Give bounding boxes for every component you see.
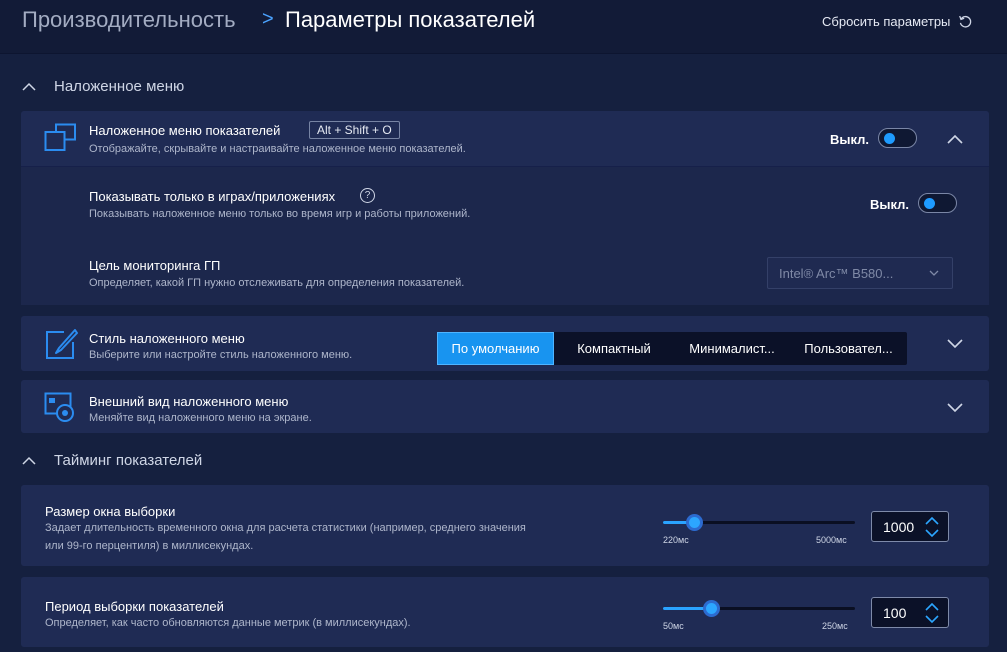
chevron-up-icon[interactable] <box>947 134 963 144</box>
style-segmented-control: По умолчанию Компактный Минималист... По… <box>437 332 907 365</box>
style-title: Стиль наложенного меню <box>89 331 245 346</box>
sample-window-slider[interactable] <box>663 514 855 531</box>
sample-period-value[interactable]: 100 <box>872 605 923 621</box>
slider-thumb[interactable] <box>703 600 720 617</box>
chevron-down-icon <box>929 270 939 276</box>
overlay-description: Отображайте, скрывайте и настраивайте на… <box>89 143 466 155</box>
breadcrumb-parent[interactable]: Производительность <box>22 7 236 33</box>
chevron-up-icon <box>22 82 36 91</box>
help-icon[interactable]: ? <box>360 188 375 203</box>
section-overlay-menu-header[interactable]: Наложенное меню <box>22 78 184 95</box>
gpu-target-selected: Intel® Arc™ B580... <box>779 265 894 281</box>
gpu-target-title: Цель мониторинга ГП <box>89 258 221 273</box>
style-option-compact[interactable]: Компактный <box>554 332 674 365</box>
sample-window-description-1: Задает длительность временного окна для … <box>45 522 526 534</box>
stepper-arrows-icon[interactable] <box>923 602 941 624</box>
sample-period-min-label: 50мс <box>663 621 684 631</box>
games-only-title: Показывать только в играх/приложениях <box>89 189 336 204</box>
chevron-down-icon[interactable] <box>947 403 963 413</box>
overlay-toggle-state: Выкл. <box>830 132 870 147</box>
sample-period-title: Период выборки показателей <box>45 599 224 614</box>
refresh-icon <box>959 15 972 28</box>
reset-settings-button[interactable]: Сбросить параметры <box>822 14 973 29</box>
section-overlay-menu-label: Наложенное меню <box>54 78 185 95</box>
toggle-knob <box>924 198 935 209</box>
games-only-description: Показывать наложенное меню только во вре… <box>89 208 471 220</box>
appearance-description: Меняйте вид наложенного меню на экране. <box>89 412 312 424</box>
sample-window-min-label: 220мс <box>663 535 689 545</box>
sample-period-max-label: 250мс <box>822 621 848 631</box>
toggle-knob <box>884 133 895 144</box>
section-metrics-timing-label: Тайминг показателей <box>54 452 203 469</box>
style-option-default[interactable]: По умолчанию <box>437 332 554 365</box>
sample-window-title: Размер окна выборки <box>45 504 176 519</box>
style-option-custom[interactable]: Пользовател... <box>790 332 907 365</box>
overlay-toggle[interactable] <box>878 128 917 148</box>
reset-settings-label: Сбросить параметры <box>822 14 951 29</box>
gpu-target-description: Определяет, какой ГП нужно отслеживать д… <box>89 277 465 289</box>
overlay-windows-icon <box>44 123 76 151</box>
style-description: Выберите или настройте стиль наложенного… <box>89 349 353 361</box>
sample-period-slider[interactable] <box>663 600 855 617</box>
sample-period-description: Определяет, как часто обновляются данные… <box>45 617 411 629</box>
appearance-icon <box>44 392 74 422</box>
section-metrics-timing-header[interactable]: Тайминг показателей <box>22 452 202 469</box>
gpu-target-select[interactable]: Intel® Arc™ B580... <box>767 257 953 289</box>
chevron-down-icon[interactable] <box>947 339 963 349</box>
stepper-arrows-icon[interactable] <box>923 516 941 538</box>
appearance-title: Внешний вид наложенного меню <box>89 394 289 409</box>
breadcrumb-separator: > <box>262 8 274 30</box>
games-only-toggle[interactable] <box>918 193 957 213</box>
games-only-toggle-state: Выкл. <box>870 197 910 212</box>
overlay-title: Наложенное меню показателей <box>89 123 281 138</box>
sample-window-stepper[interactable]: 1000 <box>871 511 949 542</box>
sample-window-description-2: или 99-го перцентиля) в миллисекундах. <box>45 540 254 552</box>
chevron-up-icon <box>22 456 36 465</box>
style-option-minimal[interactable]: Минималист... <box>674 332 790 365</box>
page-title: Параметры показателей <box>285 7 536 32</box>
sample-window-value[interactable]: 1000 <box>872 519 923 535</box>
sample-period-stepper[interactable]: 100 <box>871 597 949 628</box>
style-brush-icon <box>46 329 78 359</box>
sample-window-max-label: 5000мс <box>816 535 847 545</box>
overlay-shortcut: Alt + Shift + O <box>309 121 400 139</box>
